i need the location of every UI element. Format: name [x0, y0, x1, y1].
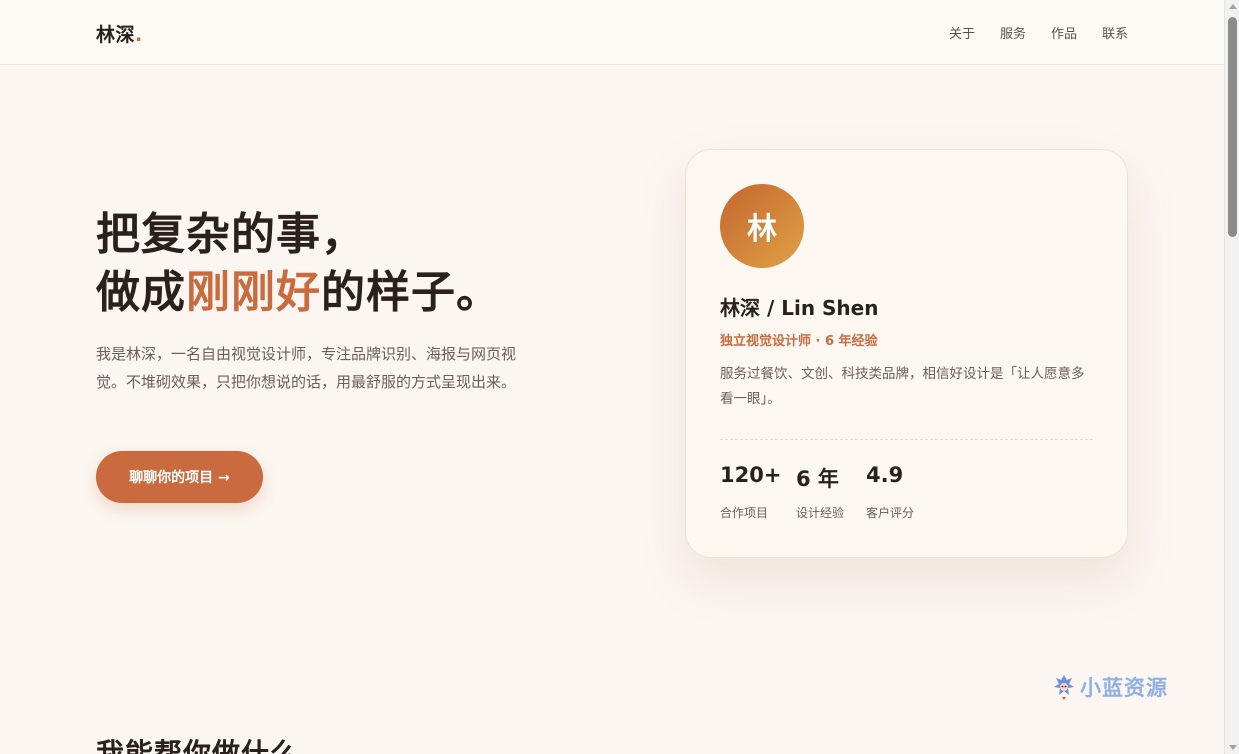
- profile-stats: 120+ 合作项目 6 年 设计经验 4.9 客户评分: [720, 463, 914, 521]
- logo[interactable]: 林深.: [96, 20, 143, 47]
- contact-project-button[interactable]: 聊聊你的项目 →: [96, 451, 263, 503]
- nav-link-contact[interactable]: 联系: [1102, 23, 1128, 42]
- scroll-up-icon[interactable]: [1229, 4, 1237, 9]
- stat-value: 120+: [720, 463, 782, 487]
- avatar: 林: [720, 184, 804, 268]
- hero-title: 把复杂的事， 做成刚刚好的样子。: [96, 206, 501, 322]
- profile-description: 服务过餐饮、文创、科技类品牌，相信好设计是「让人愿意多看一眼」。: [720, 366, 1085, 407]
- stat-label: 设计经验: [796, 506, 845, 520]
- nav-link-works[interactable]: 作品: [1051, 23, 1077, 42]
- stat-label: 客户评分: [866, 506, 915, 520]
- nav-link-services[interactable]: 服务: [1000, 23, 1026, 42]
- profile-role: 独立视觉设计师 · 6 年经验: [720, 334, 878, 349]
- card-divider: [720, 439, 1093, 440]
- scrollbar[interactable]: [1224, 0, 1239, 754]
- stat-label: 合作项目: [720, 506, 769, 520]
- site-header: 林深. 关于 服务 作品 联系: [0, 0, 1224, 65]
- hero-description: 我是林深，一名自由视觉设计师，专注品牌识别、海报与网页视觉。不堆砌效果，只把你想…: [96, 345, 517, 391]
- hero-title-line1: 把复杂的事，: [96, 209, 366, 260]
- stat-rating: 4.9 客户评分: [866, 463, 914, 521]
- profile-name: 林深 / Lin Shen: [720, 296, 879, 320]
- scroll-thumb[interactable]: [1228, 17, 1237, 237]
- stat-experience: 6 年 设计经验: [796, 463, 866, 521]
- stat-value: 6 年: [796, 467, 839, 491]
- section-title: 我能帮你做什么: [96, 737, 300, 754]
- hero-title-line2-after: 的样子。: [321, 267, 501, 318]
- mascot-icon: [1054, 675, 1074, 700]
- nav-link-about[interactable]: 关于: [949, 23, 975, 42]
- watermark-text: 小蓝资源: [1080, 676, 1168, 700]
- main-nav: 关于 服务 作品 联系: [949, 23, 1128, 42]
- watermark: 小蓝资源: [1052, 672, 1168, 702]
- scroll-down-icon[interactable]: [1229, 745, 1237, 750]
- hero-title-accent: 刚刚好: [186, 267, 321, 318]
- stat-projects: 120+ 合作项目: [720, 463, 796, 521]
- profile-card: 林 林深 / Lin Shen 独立视觉设计师 · 6 年经验 服务过餐饮、文创…: [685, 149, 1128, 558]
- logo-dot: .: [135, 24, 143, 46]
- hero-title-line2-before: 做成: [96, 267, 186, 318]
- stat-value: 4.9: [866, 463, 904, 487]
